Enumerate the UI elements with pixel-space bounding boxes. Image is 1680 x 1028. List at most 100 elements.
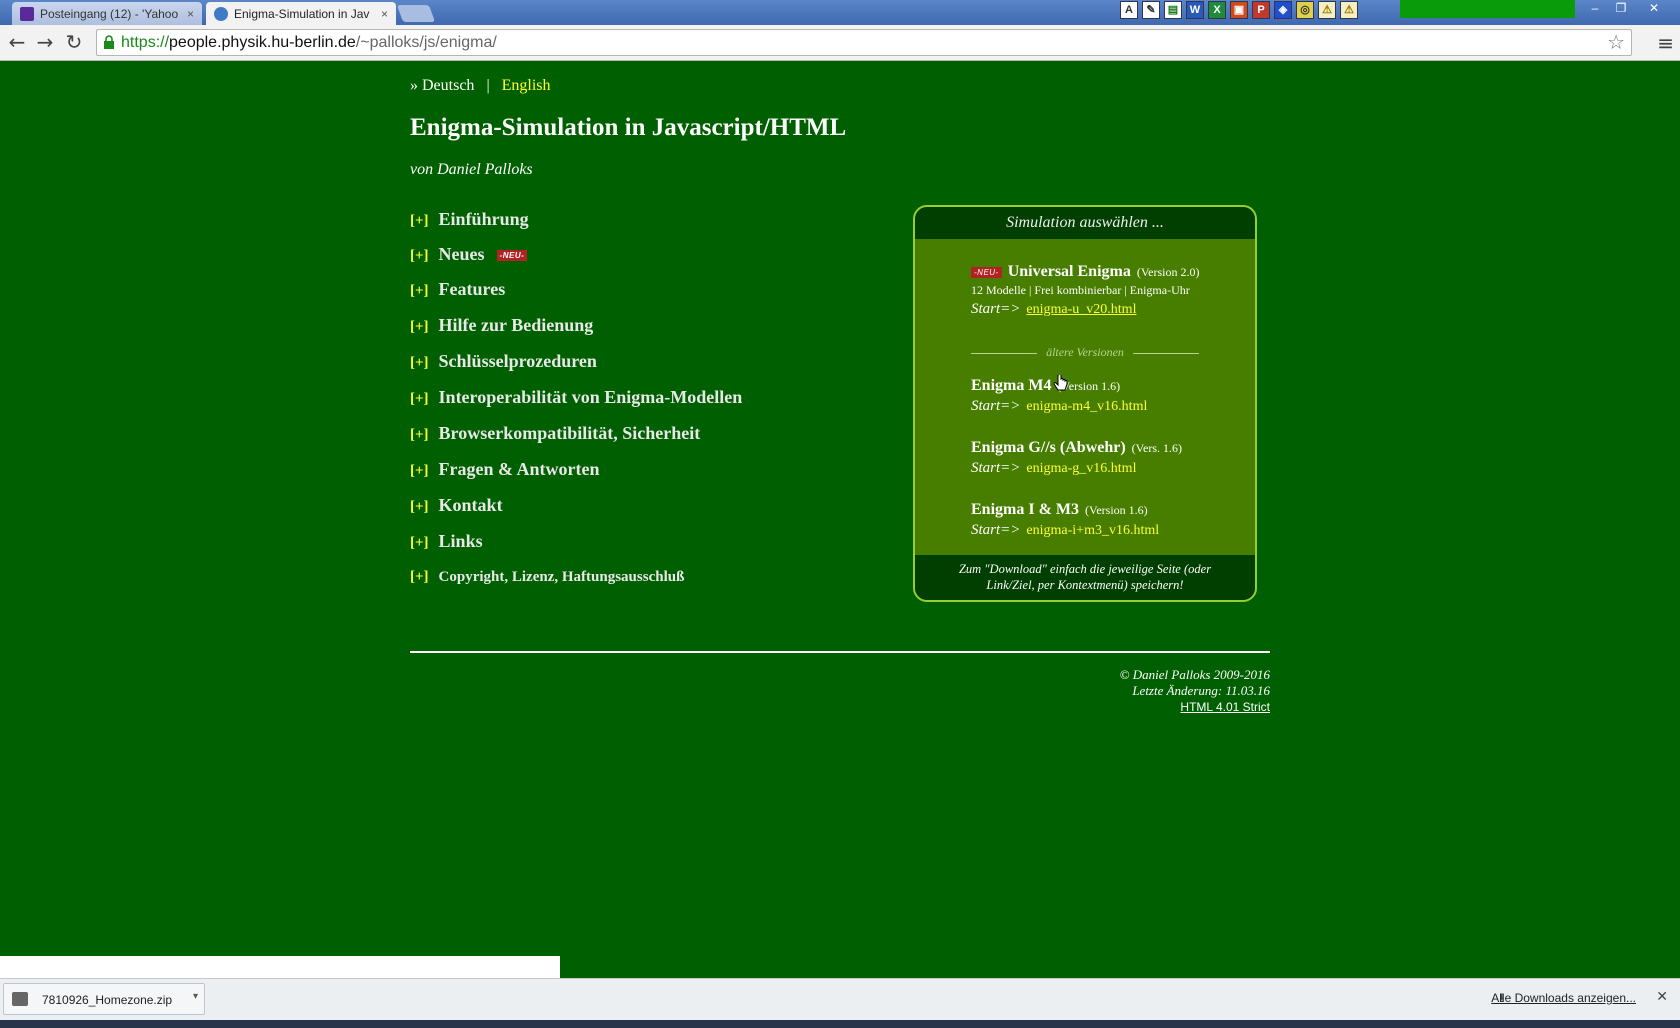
menu-item-features[interactable]: [+] Features — [410, 279, 505, 300]
menu-item-links[interactable]: [+] Links — [410, 531, 483, 552]
new-badge: -NEU- — [971, 266, 1002, 278]
tab-title: Enigma-Simulation in Jav — [234, 6, 370, 21]
tab-strip: Posteingang (12) - 'Yahoo × Enigma-Simul… — [0, 0, 1680, 25]
extension-icon[interactable]: ⚠ — [1318, 1, 1336, 19]
extension-icon[interactable]: ◎ — [1296, 1, 1314, 19]
start-link-g[interactable]: enigma-g_v16.html — [1026, 461, 1136, 476]
menu-item-label: Fragen & Antworten — [438, 459, 600, 479]
browser-toolbar: ← → ↻ https://people.physik.hu-berlin.de… — [0, 25, 1680, 61]
maximize-icon[interactable]: ❐ — [1608, 0, 1634, 17]
menu-item-label: Interoperabilität von Enigma-Modellen — [438, 387, 743, 407]
show-all-downloads-link[interactable]: Alle Downloads anzeigen... — [1491, 991, 1636, 1005]
url-path: /~palloks/js/enigma/ — [355, 34, 497, 51]
start-label: Start=> — [971, 398, 1021, 414]
start-link-m4[interactable]: enigma-m4_v16.html — [1026, 399, 1147, 414]
entry-version: (Vers. 1.6) — [1131, 441, 1182, 455]
menu-item-hilfe[interactable]: [+] Hilfe zur Bedienung — [410, 315, 593, 336]
menu-item-copyright[interactable]: [+] Copyright, Lizenz, Haftungsausschluß — [410, 569, 684, 586]
extension-icon[interactable]: ▣ — [1230, 1, 1248, 19]
window-controls: – ❐ ✕ — [1582, 0, 1674, 17]
forward-icon[interactable]: → — [34, 31, 56, 53]
extension-bar — [1400, 0, 1575, 18]
simulation-selector: Simulation auswählen ... -NEU- Universal … — [913, 205, 1257, 602]
html-valid-link[interactable]: HTML 4.01 Strict — [410, 699, 1270, 715]
simulation-header: Simulation auswählen ... — [915, 207, 1255, 239]
enigma-i-m3-entry: Enigma I & M3 (Version 1.6) Start=> enigma… — [971, 501, 1159, 539]
powerpoint-icon[interactable]: P — [1252, 1, 1270, 19]
hand-cursor-icon — [1053, 375, 1068, 391]
back-icon[interactable]: ← — [6, 31, 28, 53]
menu-icon[interactable]: ≡ — [1657, 31, 1674, 55]
menu-item-label: Einführung — [438, 209, 529, 229]
older-versions-divider: ältere Versionen — [971, 345, 1199, 360]
download-item[interactable]: 7810926_Homezone.zip ▾ — [3, 983, 205, 1015]
reload-icon[interactable]: ↻ — [63, 31, 85, 53]
menu-item-label: Copyright, Lizenz, Haftungsausschluß — [438, 569, 685, 585]
chevron-down-icon[interactable]: ▾ — [193, 991, 198, 1002]
lang-english-link[interactable]: English — [502, 77, 551, 94]
menu-item-einfuehrung[interactable]: [+] Einführung — [410, 209, 529, 230]
expand-icon: [+] — [410, 355, 429, 371]
menu-item-label: Browserkompatibilität, Sicherheit — [438, 423, 701, 443]
expand-icon: [+] — [410, 535, 429, 551]
close-shelf-icon[interactable]: ✕ — [1656, 989, 1668, 1005]
extension-icons: A ✎ ▤ W X ▣ P ◈ ◎ ⚠ ⚠ — [1120, 1, 1358, 19]
lang-separator: | — [486, 77, 490, 94]
footer-divider — [410, 651, 1270, 653]
excel-icon[interactable]: X — [1208, 1, 1226, 19]
expand-icon: [+] — [410, 248, 429, 264]
expand-icon: [+] — [410, 427, 429, 443]
tab-close-icon[interactable]: × — [187, 7, 194, 21]
expand-icon: [+] — [410, 499, 429, 515]
menu-item-interoperabilitaet[interactable]: [+] Interoperabilität von Enigma-Modellen — [410, 387, 742, 408]
extension-icon[interactable]: ◈ — [1274, 1, 1292, 19]
extension-icon[interactable]: ✎ — [1142, 1, 1160, 19]
close-icon[interactable]: ✕ — [1634, 0, 1674, 17]
extension-icon[interactable]: A — [1120, 1, 1138, 19]
globe-icon — [214, 6, 228, 21]
start-link-universal[interactable]: enigma-u_v20.html — [1026, 302, 1136, 317]
url-text: https://people.physik.hu-berlin.de/~pall… — [121, 30, 497, 55]
entry-name: Enigma G//s (Abwehr) — [971, 439, 1126, 456]
menu-item-fragen[interactable]: [+] Fragen & Antworten — [410, 459, 600, 480]
menu-item-label: Features — [438, 279, 506, 299]
menu-item-browserkompatibilitaet[interactable]: [+] Browserkompatibilität, Sicherheit — [410, 423, 700, 444]
download-shelf: 7810926_Homezone.zip ▾ ⭳ Alle Downloads … — [0, 978, 1680, 1020]
expand-icon: [+] — [410, 569, 429, 585]
bookmark-star-icon[interactable]: ☆ — [1607, 30, 1625, 55]
menu-item-neues[interactable]: [+] Neues -NEU- — [410, 244, 528, 265]
start-link-i-m3[interactable]: enigma-i+m3_v16.html — [1026, 523, 1159, 538]
new-badge: -NEU- — [496, 250, 528, 262]
download-hint: Zum "Download" einfach die jeweilige Sei… — [915, 555, 1255, 600]
menu-item-kontakt[interactable]: [+] Kontakt — [410, 495, 503, 516]
author: von Daniel Palloks — [410, 161, 533, 178]
menu-item-label: Neues — [438, 244, 485, 264]
menu-item-label: Links — [438, 531, 483, 551]
new-tab-button[interactable] — [396, 5, 436, 22]
download-filename: 7810926_Homezone.zip — [42, 993, 173, 1007]
extension-icon[interactable]: ⚠ — [1340, 1, 1358, 19]
entry-description: 12 Modelle | Frei kombinierbar | Enigma-… — [971, 283, 1190, 297]
page-title: Enigma-Simulation in Javascript/HTML — [410, 114, 847, 141]
page-footer: © Daniel Palloks 2009-2016 Letzte Änderu… — [410, 667, 1270, 715]
address-bar[interactable]: https://people.physik.hu-berlin.de/~pall… — [96, 29, 1632, 56]
menu-item-schluesselprozeduren[interactable]: [+] Schlüsselprozeduren — [410, 351, 597, 372]
lock-icon — [104, 35, 114, 49]
menu-item-label: Hilfe zur Bedienung — [438, 315, 594, 335]
extension-icon[interactable]: ▤ — [1164, 1, 1182, 19]
entry-version: (Version 1.6) — [1085, 503, 1148, 517]
copyright: © Daniel Palloks 2009-2016 — [1119, 667, 1270, 682]
expand-icon: [+] — [410, 319, 429, 335]
minimize-icon[interactable]: – — [1582, 0, 1608, 17]
tab-yahoo-mail[interactable]: Posteingang (12) - 'Yahoo × — [12, 2, 202, 25]
tab-close-icon[interactable]: × — [381, 7, 388, 21]
os-taskbar — [0, 1020, 1680, 1028]
page-content: » Deutsch | English Enigma-Simulation in… — [0, 61, 1680, 956]
word-icon[interactable]: W — [1186, 1, 1204, 19]
start-label: Start=> — [971, 301, 1021, 317]
tab-title: Posteingang (12) - 'Yahoo — [40, 6, 179, 21]
tab-enigma[interactable]: Enigma-Simulation in Jav × — [206, 2, 396, 25]
start-label: Start=> — [971, 522, 1021, 538]
universal-enigma-entry: -NEU- Universal Enigma (Version 2.0) 12 Mo… — [971, 263, 1200, 318]
entry-name: Universal Enigma — [1007, 263, 1131, 280]
